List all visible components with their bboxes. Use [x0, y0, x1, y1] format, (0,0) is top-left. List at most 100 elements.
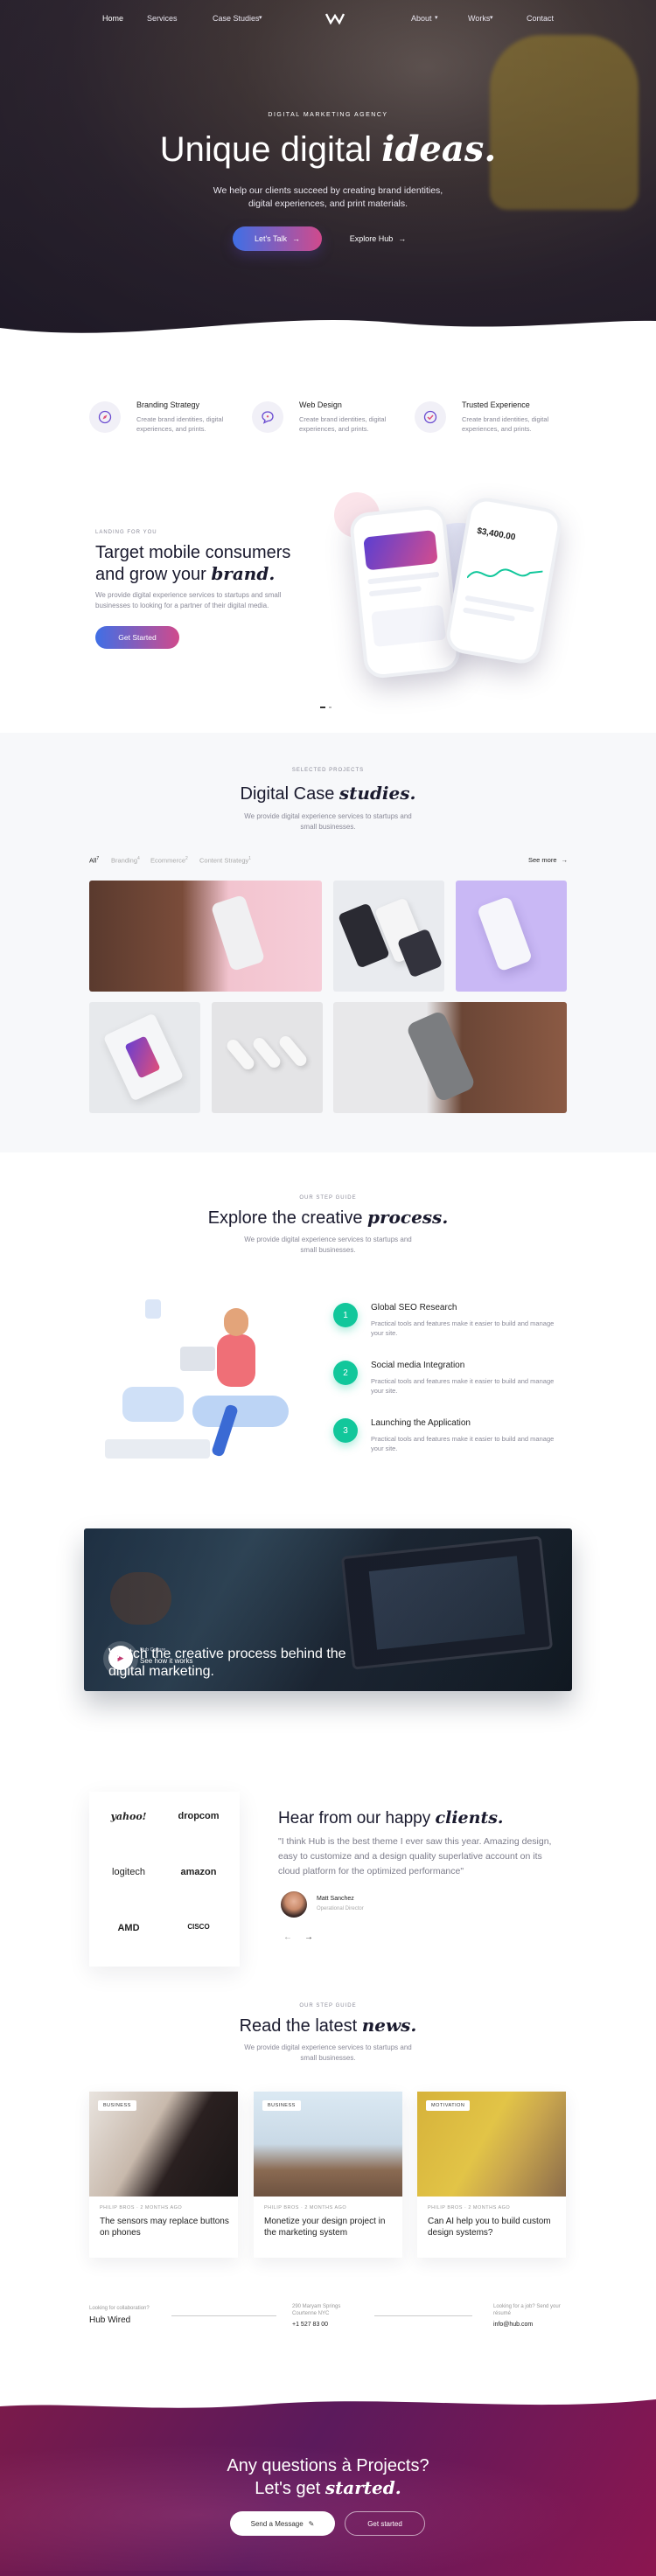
feature-desc: Create brand identities, digital experie… [462, 415, 549, 433]
author-name: Matt Sanchez [317, 1896, 354, 1902]
nav-item-contact[interactable]: Contact [527, 14, 554, 23]
news-card[interactable]: BUSINESS PHILIP BROS · 2 MONTHS AGO The … [89, 2092, 238, 2258]
contact-label: 290 Maryam Springs Courtenne NYC [292, 2304, 341, 2316]
news-card[interactable]: MOTIVATION PHILIP BROS · 2 MONTHS AGO Ca… [417, 2092, 566, 2258]
prev-arrow-icon[interactable]: ← [283, 1932, 292, 1942]
news-title-plain: Read the latest [239, 2016, 358, 2036]
footer-title-italic: started. [325, 2477, 401, 2498]
decor-shape [122, 1387, 184, 1422]
bottle-graphic [276, 1034, 310, 1069]
get-started-button[interactable]: Get Started [95, 626, 179, 649]
chevron-down-icon: ▾ [435, 15, 438, 21]
phone-graphic [210, 894, 266, 972]
lets-talk-button[interactable]: Let's Talk → [233, 226, 322, 251]
news-card[interactable]: BUSINESS PHILIP BROS · 2 MONTHS AGO Mone… [254, 2092, 402, 2258]
line-graphic [367, 571, 440, 585]
news-title[interactable]: Can AI help you to build custom design s… [428, 2216, 559, 2238]
bottle-graphic [224, 1037, 257, 1072]
nav-item-works[interactable]: Works [468, 14, 490, 23]
author-role: Operational Director [317, 1906, 364, 1911]
mobile-title-italic: brand. [211, 563, 276, 584]
filter-count: 4 [137, 856, 140, 861]
next-arrow-icon[interactable]: → [304, 1932, 313, 1942]
case-tile[interactable] [89, 1002, 200, 1113]
cisco-logo: CISCO [187, 1923, 210, 1931]
decor-shape [105, 1439, 210, 1459]
mobile-eyebrow: Landing For You [95, 530, 157, 535]
filter-content-strategy[interactable]: Content Strategy1 [199, 856, 251, 865]
divider [171, 2315, 276, 2316]
logitech-logo: logitech [112, 1867, 145, 1877]
step-number: 1 [333, 1303, 358, 1327]
chart-graphic [371, 604, 446, 647]
news-title[interactable]: Monetize your design project in the mark… [264, 2216, 395, 2238]
cases-desc: We provide digital experience services t… [244, 812, 412, 831]
nav-item-case-studies[interactable]: Case Studies [213, 14, 260, 23]
line-graphic [462, 607, 516, 622]
news-meta: PHILIP BROS · 2 MONTHS AGO [100, 2205, 183, 2210]
slider-dot[interactable] [329, 707, 331, 708]
filter-count: 2 [185, 856, 188, 861]
amazon-logo: amazon [180, 1867, 217, 1877]
send-message-button[interactable]: Send a Message ✎ [230, 2511, 335, 2536]
news-tag[interactable]: MOTIVATION [426, 2100, 471, 2111]
news-tag[interactable]: BUSINESS [98, 2100, 136, 2111]
case-tile[interactable] [212, 1002, 323, 1113]
chevron-down-icon: ▾ [259, 15, 262, 21]
case-tile[interactable] [333, 881, 444, 992]
explore-hub-label: Explore Hub [349, 234, 394, 243]
process-title-plain: Explore the creative [207, 1208, 363, 1228]
filter-branding[interactable]: Branding4 [111, 856, 140, 865]
slider-dot-active[interactable] [320, 707, 325, 708]
process-illustration [96, 1291, 297, 1474]
step-title: Social media Integration [371, 1361, 465, 1370]
arrow-right-icon: → [398, 234, 407, 243]
hero-subtitle: We help our clients succeed by creating … [213, 185, 443, 209]
footer-wave [0, 2396, 656, 2408]
footer-title-plain: Let's get [255, 2479, 321, 2498]
feature-icon-wrap [415, 401, 446, 433]
mobile-title: Target mobile consumers and grow your br… [95, 542, 323, 585]
see-more-link[interactable]: See more → [528, 856, 568, 864]
news-tag[interactable]: BUSINESS [262, 2100, 301, 2111]
chevron-down-icon: ▾ [490, 15, 493, 21]
cases-title-plain: Digital Case [240, 784, 335, 804]
process-eyebrow: Our Step Guide [299, 1195, 357, 1201]
mobile-title-line2: and grow your [95, 565, 206, 584]
get-started-label: Get Started [118, 633, 157, 642]
chat-icon [262, 411, 274, 424]
nav-item-home[interactable]: Home [102, 14, 123, 23]
get-started-footer-button[interactable]: Get started [345, 2511, 425, 2536]
process-desc: We provide digital experience services t… [244, 1236, 412, 1254]
case-tile[interactable] [456, 881, 567, 992]
step-title: Global SEO Research [371, 1303, 457, 1312]
cases-title-italic: studies. [338, 783, 416, 804]
phone-amount: $3,400.00 [476, 526, 517, 543]
cases-eyebrow: Selected Projects [291, 768, 365, 773]
video-title-line2: digital marketing. [108, 1664, 214, 1679]
phone-graphic [405, 1009, 477, 1104]
phone-graphic [476, 895, 534, 972]
cases-title: Digital Case studies. [0, 783, 656, 804]
contact-value[interactable]: info@hub.com [493, 2322, 533, 2328]
nav-item-about[interactable]: About [411, 14, 432, 23]
step-desc: Practical tools and features make it eas… [371, 1377, 555, 1395]
case-tile[interactable] [333, 1002, 567, 1113]
feature-title: Trusted Experience [462, 400, 530, 409]
pencil-icon: ✎ [308, 2519, 315, 2528]
hero-title-plain: Unique digital [159, 130, 373, 169]
case-tile[interactable] [89, 881, 322, 992]
filter-ecommerce[interactable]: Ecommerce2 [150, 856, 188, 865]
feature-icon-wrap [89, 401, 121, 433]
explore-hub-button[interactable]: Explore Hub → [338, 226, 418, 251]
nav-item-services[interactable]: Services [147, 14, 178, 23]
hub-logo[interactable] [325, 12, 345, 24]
decor-shape [145, 1299, 161, 1319]
filter-all[interactable]: All7 [89, 856, 99, 865]
news-title[interactable]: The sensors may replace buttons on phone… [100, 2216, 231, 2238]
video-title-line1: Watch the creative process behind the [108, 1647, 346, 1661]
testimonial-title-italic: clients. [435, 1808, 504, 1828]
person-body [217, 1334, 255, 1387]
lets-talk-label: Let's Talk [254, 234, 288, 243]
send-message-label: Send a Message [250, 2519, 304, 2528]
